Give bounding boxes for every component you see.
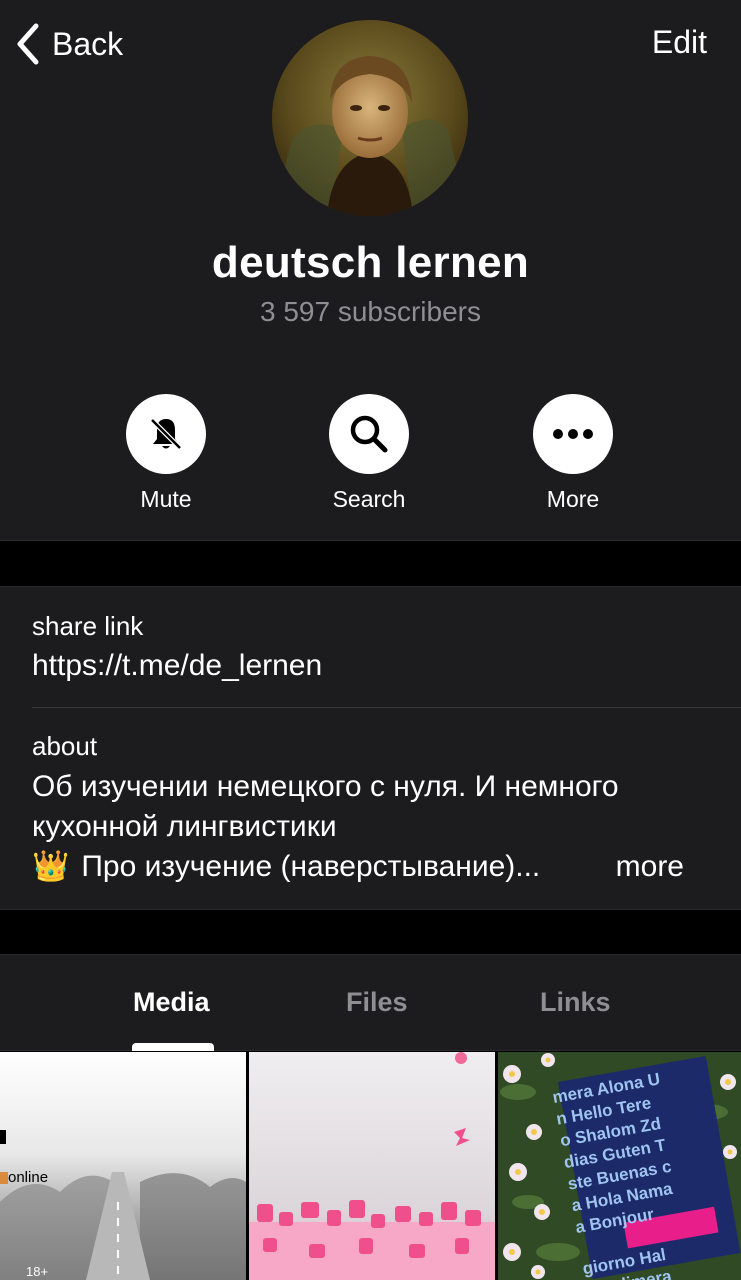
thumbnail-caption: online	[8, 1169, 48, 1186]
share-link-label: share link	[32, 611, 144, 641]
about-line: кухонной лингвистики	[32, 810, 337, 843]
more-label: More	[546, 486, 600, 512]
mute-label: Mute	[140, 486, 192, 512]
hello-book-image: mera Alona U n Hello Tere o Shalom Zd di…	[498, 1052, 741, 1280]
share-link-value[interactable]: https://t.me/de_lernen	[32, 649, 322, 683]
channel-info-section: share link https://t.me/de_lernen about …	[0, 587, 741, 909]
channel-avatar[interactable]	[272, 20, 468, 216]
media-thumbnail[interactable]: online 18+	[0, 1052, 246, 1280]
about-more-link[interactable]: more	[616, 847, 684, 887]
subscriber-count: 3 597 subscribers	[259, 296, 481, 327]
pink-letters-image	[249, 1052, 495, 1280]
info-divider	[32, 707, 741, 708]
crown-emoji: 👑	[32, 850, 70, 883]
about-line: Об изучении немецкого с нуля. И немного	[32, 770, 619, 803]
tab-files[interactable]: Files	[346, 987, 408, 1018]
media-tabs: Media Files Links	[0, 955, 741, 1051]
search-button[interactable]: Search	[299, 394, 439, 513]
age-badge: 18+	[26, 1264, 48, 1279]
media-grid: online 18+ mera Alona U n Hello Tere o S…	[0, 1052, 741, 1280]
back-button[interactable]: Back	[14, 20, 123, 68]
edit-button[interactable]: Edit	[652, 24, 707, 61]
portrait-image	[272, 20, 468, 216]
mute-button[interactable]: Mute	[96, 394, 236, 513]
search-label: Search	[332, 486, 406, 512]
tab-links[interactable]: Links	[540, 987, 611, 1018]
about-line-text: Про изучение (наверстывание)...	[81, 850, 541, 883]
section-divider	[0, 540, 741, 587]
channel-header: Back Edit deutsch lernen 3 597 subscribe…	[0, 0, 741, 540]
media-thumbnail[interactable]: mera Alona U n Hello Tere o Shalom Zd di…	[498, 1052, 741, 1280]
search-icon	[350, 415, 388, 453]
about-text: Об изучении немецкого с нуля. И немного …	[32, 767, 722, 887]
tab-media[interactable]: Media	[133, 987, 210, 1018]
section-divider	[0, 909, 741, 955]
channel-name: deutsch lernen	[211, 238, 530, 287]
foggy-road-image: online 18+	[0, 1052, 246, 1280]
about-label: about	[32, 731, 98, 761]
active-tab-indicator	[132, 1043, 214, 1051]
ellipsis-icon	[553, 429, 593, 439]
bell-slash-icon	[150, 418, 182, 450]
chevron-left-icon	[17, 23, 39, 65]
media-thumbnail[interactable]	[249, 1052, 495, 1280]
back-label: Back	[52, 25, 124, 62]
more-button[interactable]: More	[503, 394, 643, 513]
